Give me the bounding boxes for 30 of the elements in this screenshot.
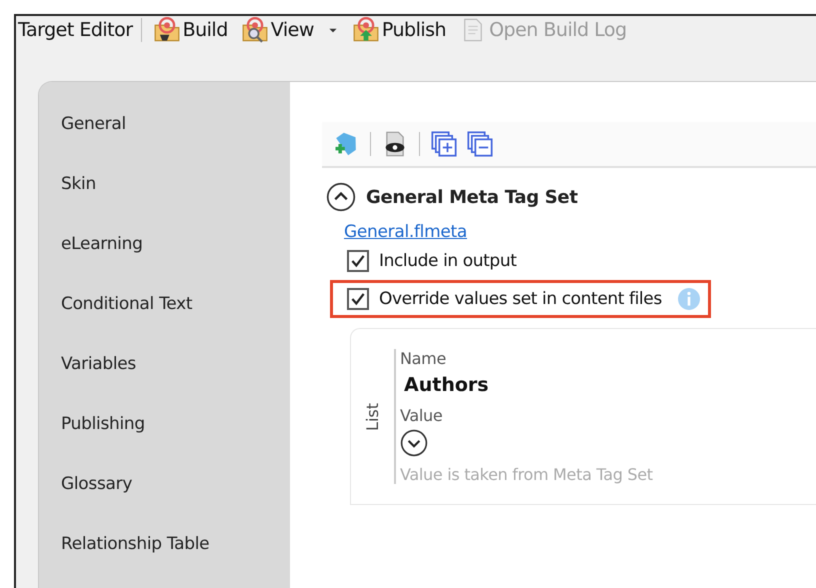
section-title: General Meta Tag Set xyxy=(366,186,578,208)
group-label: List xyxy=(363,402,382,430)
checkbox[interactable] xyxy=(347,250,369,272)
folder-magnifier-icon xyxy=(242,16,268,42)
sidebar-item[interactable]: Conditional Text xyxy=(39,288,290,348)
sidebar-item[interactable]: General xyxy=(39,108,290,168)
toolbar-button[interactable]: Publish xyxy=(348,16,450,42)
value-note: Value is taken from Meta Tag Set xyxy=(400,465,653,484)
sidebar-item[interactable]: Variables xyxy=(39,348,290,408)
name-label: Name xyxy=(400,349,446,368)
toolbar-button[interactable]: Build xyxy=(150,16,232,42)
editor-title: Target Editor xyxy=(18,18,133,40)
sidebar-item[interactable]: Glossary xyxy=(39,468,290,528)
expand-chevron-icon[interactable] xyxy=(400,429,428,457)
sidebar-item[interactable]: Relationship Table xyxy=(39,528,290,588)
sidebar-item[interactable]: eLearning xyxy=(39,228,290,288)
expand-all-icon[interactable] xyxy=(430,130,458,158)
option-label: Include in output xyxy=(379,251,516,271)
sidebar-item[interactable]: Skin xyxy=(39,168,290,228)
name-value: Authors xyxy=(404,374,489,396)
value-label: Value xyxy=(400,406,442,425)
option-label: Override values set in content files xyxy=(379,289,662,309)
folder-target-icon xyxy=(154,16,180,42)
folder-upload-icon xyxy=(352,16,379,42)
sidebar-item[interactable]: Publishing xyxy=(39,408,290,468)
collapse-chevron-icon[interactable] xyxy=(326,182,356,212)
file-link[interactable]: General.flmeta xyxy=(344,222,468,242)
toolbar-button[interactable]: View xyxy=(238,16,343,42)
checkbox[interactable] xyxy=(347,288,369,310)
collapse-all-icon[interactable] xyxy=(466,130,494,158)
